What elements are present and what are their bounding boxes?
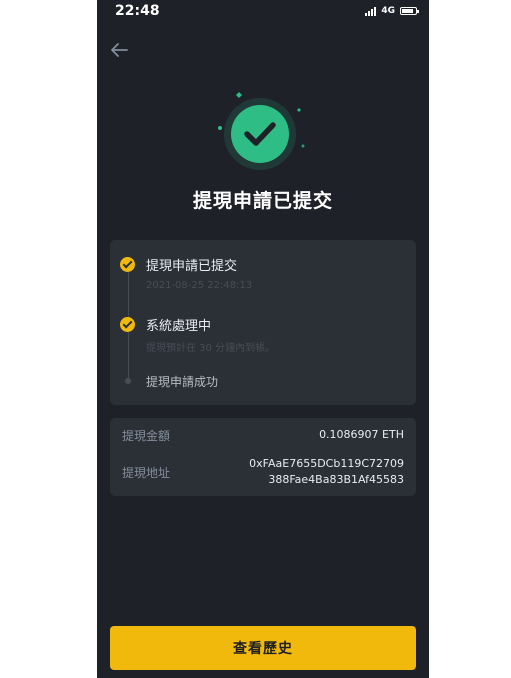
success-badge	[208, 88, 312, 178]
address-label: 提現地址	[122, 466, 171, 480]
status-bar: 22:48 4G	[97, 0, 429, 26]
back-button[interactable]	[107, 38, 131, 62]
status-indicators: 4G	[365, 6, 419, 16]
withdrawal-details: 提現金額 0.1086907 ETH 提現地址 0xFAaE7655DCb119…	[110, 418, 416, 496]
check-circle-icon	[218, 92, 305, 170]
address-line-2[interactable]: 388Fae4Ba83B1Af45583	[268, 472, 404, 488]
progress-timeline: 提現申請已提交 2021-08-25 22:48:13 系統處理中 提現預計在 …	[110, 240, 416, 405]
step-done-icon	[120, 257, 135, 272]
amount-label: 提現金額	[122, 429, 171, 443]
signal-icon	[365, 6, 377, 16]
app-screen: 22:48 4G 提現申請已提交 提現申請已提交 2021-08-25 22:4…	[97, 0, 429, 678]
amount-value: 0.1086907 ETH	[319, 428, 404, 441]
step-title: 提現申請成功	[146, 375, 219, 389]
step-title: 系統處理中	[146, 319, 212, 334]
step-pending-icon	[125, 378, 131, 384]
network-type: 4G	[381, 6, 395, 16]
page-title: 提現申請已提交	[192, 190, 333, 212]
step-title: 提現申請已提交	[146, 259, 238, 274]
step-note: 提現預計在 30 分鐘內到帳。	[146, 343, 276, 354]
address-line-1[interactable]: 0xFAaE7655DCb119C72709	[249, 456, 404, 472]
status-time: 22:48	[115, 3, 160, 19]
arrow-left-icon	[111, 43, 128, 57]
battery-level	[402, 9, 414, 13]
step-timestamp: 2021-08-25 22:48:13	[146, 280, 253, 291]
view-history-button[interactable]: 查看歷史	[110, 626, 416, 670]
battery-icon	[400, 7, 419, 15]
step-done-icon	[120, 317, 135, 332]
